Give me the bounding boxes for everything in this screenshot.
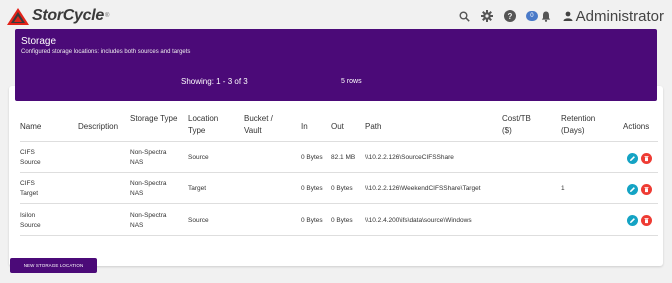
trash-icon — [644, 187, 649, 193]
notification-badge[interactable]: 0 — [526, 11, 538, 21]
app-logo[interactable]: StorCycle ® — [7, 7, 109, 25]
cell-name: CIFS Target — [20, 180, 39, 197]
cell-in: 0 Bytes — [301, 185, 323, 192]
trash-icon — [644, 156, 649, 162]
delete-button[interactable] — [641, 153, 652, 164]
row-divider — [20, 172, 658, 173]
cell-out: 0 Bytes — [331, 217, 353, 224]
edit-button[interactable] — [627, 153, 638, 164]
col-name[interactable]: Name — [20, 121, 41, 133]
col-in[interactable]: In — [301, 121, 308, 133]
cell-in: 0 Bytes — [301, 154, 323, 161]
page-subtitle: Configured storage locations: includes b… — [21, 49, 191, 55]
cell-storage-type: Non-Spectra NAS — [130, 180, 167, 197]
col-description[interactable]: Description — [78, 121, 118, 133]
bell-icon[interactable] — [539, 9, 553, 23]
cell-path: \\10.2.2.126\SourceCIFSShare — [365, 154, 454, 161]
svg-text:?: ? — [508, 12, 513, 21]
brand-name: StorCycle — [32, 7, 104, 24]
col-actions: Actions — [623, 122, 650, 131]
col-cost[interactable]: Cost/TB ($) — [502, 113, 542, 137]
delete-button[interactable] — [641, 215, 652, 226]
pencil-icon — [630, 187, 635, 192]
user-menu[interactable]: Administrator — [563, 8, 664, 25]
col-path[interactable]: Path — [365, 121, 381, 133]
pencil-icon — [630, 156, 635, 161]
user-icon — [563, 11, 573, 21]
pencil-icon — [630, 218, 635, 223]
delete-button[interactable] — [641, 184, 652, 195]
col-bucket-vault[interactable]: Bucket / Vault — [244, 113, 288, 137]
cell-path: \\10.2.4.200\ifs\data\source\Windows — [365, 217, 472, 224]
rows-per-page[interactable]: 5 rows — [341, 78, 362, 85]
user-name: Administrator — [575, 7, 664, 25]
brand-registered-mark: ® — [105, 13, 110, 19]
gear-icon[interactable] — [480, 9, 494, 23]
col-location-type[interactable]: Location Type — [188, 113, 236, 137]
search-icon[interactable] — [457, 9, 471, 23]
cell-location-type: Source — [188, 217, 209, 224]
cell-retention: 1 — [561, 185, 565, 192]
cell-location-type: Target — [188, 185, 207, 192]
new-storage-location-button[interactable]: New Storage Location — [10, 258, 97, 273]
cell-location-type: Source — [188, 154, 209, 161]
cell-storage-type: Non-Spectra NAS — [130, 212, 167, 229]
logo-mark-icon — [7, 7, 29, 25]
header-divider — [20, 141, 658, 142]
cell-in: 0 Bytes — [301, 217, 323, 224]
col-storage-type[interactable]: Storage Type — [130, 113, 178, 125]
row-divider — [20, 235, 658, 236]
col-out[interactable]: Out — [331, 121, 344, 133]
help-icon[interactable]: ? — [503, 9, 517, 23]
page-title: Storage — [21, 36, 57, 47]
pagination-showing: Showing: 1 - 3 of 3 — [181, 77, 248, 86]
cell-name: Isilon Source — [20, 212, 41, 229]
edit-button[interactable] — [627, 215, 638, 226]
edit-button[interactable] — [627, 184, 638, 195]
cell-storage-type: Non-Spectra NAS — [130, 149, 167, 166]
row-divider — [20, 203, 658, 204]
cell-name: CIFS Source — [20, 149, 41, 166]
trash-icon — [644, 218, 649, 224]
cell-out: 82.1 MB — [331, 154, 356, 161]
cell-path: \\10.2.2.126\WeekendCIFSShare\Target — [365, 185, 481, 192]
col-retention[interactable]: Retention (Days) — [561, 113, 605, 137]
storage-header: Storage Configured storage locations: in… — [15, 29, 657, 101]
cell-out: 0 Bytes — [331, 185, 353, 192]
